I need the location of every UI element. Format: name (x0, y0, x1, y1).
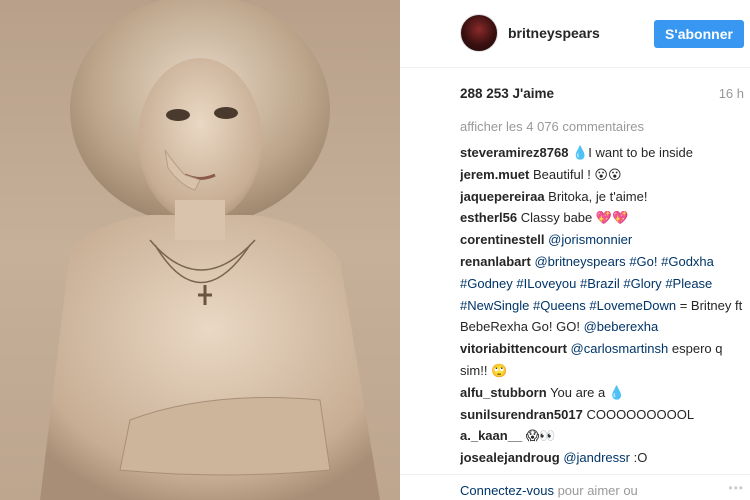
comment-link[interactable]: #Please (665, 276, 712, 291)
comment-row: girlscrazy ... LEGEND (460, 469, 745, 470)
comment-link[interactable]: #Queens (533, 298, 586, 313)
comment-username[interactable]: steveramirez8768 (460, 145, 568, 160)
comment-row: sunilsurendran5017 COOOOOOOOOL (460, 404, 745, 426)
post-time[interactable]: 16 h (719, 86, 744, 101)
comment-link[interactable]: #Go! (629, 254, 657, 269)
comment-container: steveramirez8768 💧I want to be inside jer… (460, 142, 745, 470)
more-options-icon[interactable]: ••• (728, 481, 744, 495)
post-stats: 288 253 J'aime 16 h (460, 86, 748, 106)
comment-link[interactable]: #LovemeDown (589, 298, 676, 313)
comment-link[interactable]: @britneyspears (534, 254, 625, 269)
comment-link[interactable]: @jandressr (563, 450, 630, 465)
comment-row: estherl56 Classy babe 💖💖 (460, 207, 745, 229)
comment-row: a._kaan__ 😱👀 (460, 425, 745, 447)
comment-link[interactable]: @beberexha (584, 319, 659, 334)
comment-row: jaquepereiraa Britoka, je t'aime! (460, 186, 745, 208)
likes-count[interactable]: 288 253 J'aime (460, 86, 554, 101)
comment-link[interactable]: #Glory (623, 276, 661, 291)
view-all-comments-link[interactable]: afficher les 4 076 commentaires (460, 118, 745, 136)
comment-text: You are a 💧 (550, 384, 626, 400)
comment-username[interactable]: a._kaan__ (460, 428, 522, 443)
comments-list: afficher les 4 076 commentaires steveram… (460, 118, 745, 470)
comment-username[interactable]: vitoriabittencourt (460, 341, 567, 356)
post-header: britneyspears S'abonner (400, 0, 750, 68)
login-rest-text: pour aimer ou (553, 483, 638, 498)
comment-row: alfu_stubborn You are a 💧 (460, 382, 745, 404)
comment-row: josealejandroug @jandressr :O (460, 447, 745, 469)
comment-text: Beautiful ! 😮😮 (533, 166, 622, 182)
photo-illustration (40, 0, 380, 500)
comment-row: corentinestell @jorismonnier (460, 229, 745, 251)
comment-username[interactable]: sunilsurendran5017 (460, 407, 583, 422)
login-link[interactable]: Connectez-vous (460, 483, 554, 498)
comment-text: Classy babe 💖💖 (520, 210, 629, 226)
comment-row: jerem.muet Beautiful ! 😮😮 (460, 164, 745, 186)
comment-link[interactable]: #NewSingle (460, 298, 529, 313)
comment-username[interactable]: estherl56 (460, 210, 517, 225)
comment-username[interactable]: jerem.muet (460, 167, 529, 182)
avatar[interactable] (460, 14, 498, 52)
login-prompt: Connectez-vous pour aimer ou ••• (400, 474, 750, 500)
comment-username[interactable]: renanlabart (460, 254, 531, 269)
comment-row: renanlabart @britneyspears #Go! #Godxha … (460, 251, 745, 338)
post-photo[interactable] (0, 0, 400, 500)
comment-username[interactable]: corentinestell (460, 232, 545, 247)
comment-link[interactable]: @jorismonnier (548, 232, 632, 247)
comment-link[interactable]: #Brazil (580, 276, 620, 291)
comment-text: :O (630, 450, 648, 466)
comment-link[interactable]: #Godxha (661, 254, 714, 269)
comment-link[interactable]: #Godney (460, 276, 513, 291)
post-sidebar: britneyspears S'abonner 288 253 J'aime 1… (400, 0, 750, 500)
comment-link[interactable]: #ILoveyou (516, 276, 576, 291)
comment-row: steveramirez8768 💧I want to be inside (460, 142, 745, 164)
comment-text: 💧I want to be inside (572, 145, 694, 160)
comment-text: COOOOOOOOOL (586, 406, 695, 422)
comment-username[interactable]: alfu_stubborn (460, 385, 547, 400)
login-prompt-text: Connectez-vous pour aimer ou (460, 483, 638, 498)
header-username[interactable]: britneyspears (508, 25, 600, 41)
comment-row: vitoriabittencourt @carlosmartinsh esper… (460, 338, 745, 382)
comment-text: Britoka, je t'aime! (548, 188, 648, 204)
comment-username[interactable]: josealejandroug (460, 450, 560, 465)
comment-text: 😱👀 (525, 428, 556, 444)
comment-username[interactable]: jaquepereiraa (460, 189, 545, 204)
follow-button[interactable]: S'abonner (654, 20, 744, 48)
comment-link[interactable]: @carlosmartinsh (571, 341, 669, 356)
